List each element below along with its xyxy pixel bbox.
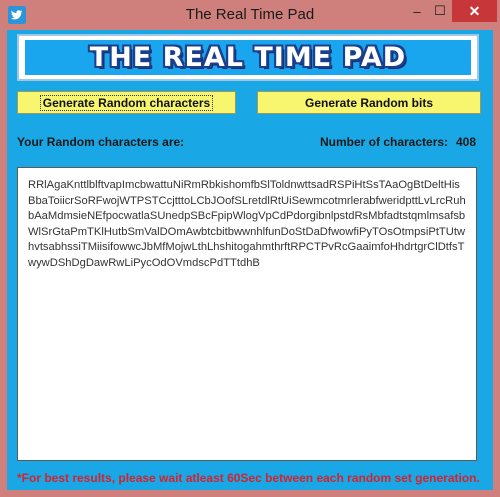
generate-characters-label: Generate Random characters	[39, 94, 214, 111]
client-area: THE REAL TIME PAD Generate Random charac…	[7, 30, 493, 490]
character-count-label: Number of characters:	[320, 135, 449, 149]
random-output-text: RRlAgaKnttlblftvapImcbwattuNiRmRbkishomf…	[28, 179, 466, 269]
wait-warning-text: *For best results, please wait atleast 6…	[17, 471, 480, 485]
app-window: The Real Time Pad – ☐ ✕ THE REAL TIME PA…	[0, 0, 500, 497]
character-count-value: 408	[456, 135, 477, 149]
generate-characters-button[interactable]: Generate Random characters	[17, 91, 236, 114]
close-button[interactable]: ✕	[452, 0, 497, 22]
title-bar[interactable]: The Real Time Pad – ☐ ✕	[0, 0, 500, 30]
random-characters-label: Your Random characters are:	[17, 135, 185, 149]
banner: THE REAL TIME PAD	[17, 34, 479, 81]
generate-bits-button[interactable]: Generate Random bits	[257, 91, 481, 114]
generate-bits-label: Generate Random bits	[304, 95, 434, 110]
maximize-button[interactable]: ☐	[429, 0, 451, 22]
random-output-textarea[interactable]: RRlAgaKnttlblftvapImcbwattuNiRmRbkishomf…	[17, 167, 477, 461]
minimize-button[interactable]: –	[406, 0, 428, 22]
banner-title: THE REAL TIME PAD	[89, 42, 407, 73]
